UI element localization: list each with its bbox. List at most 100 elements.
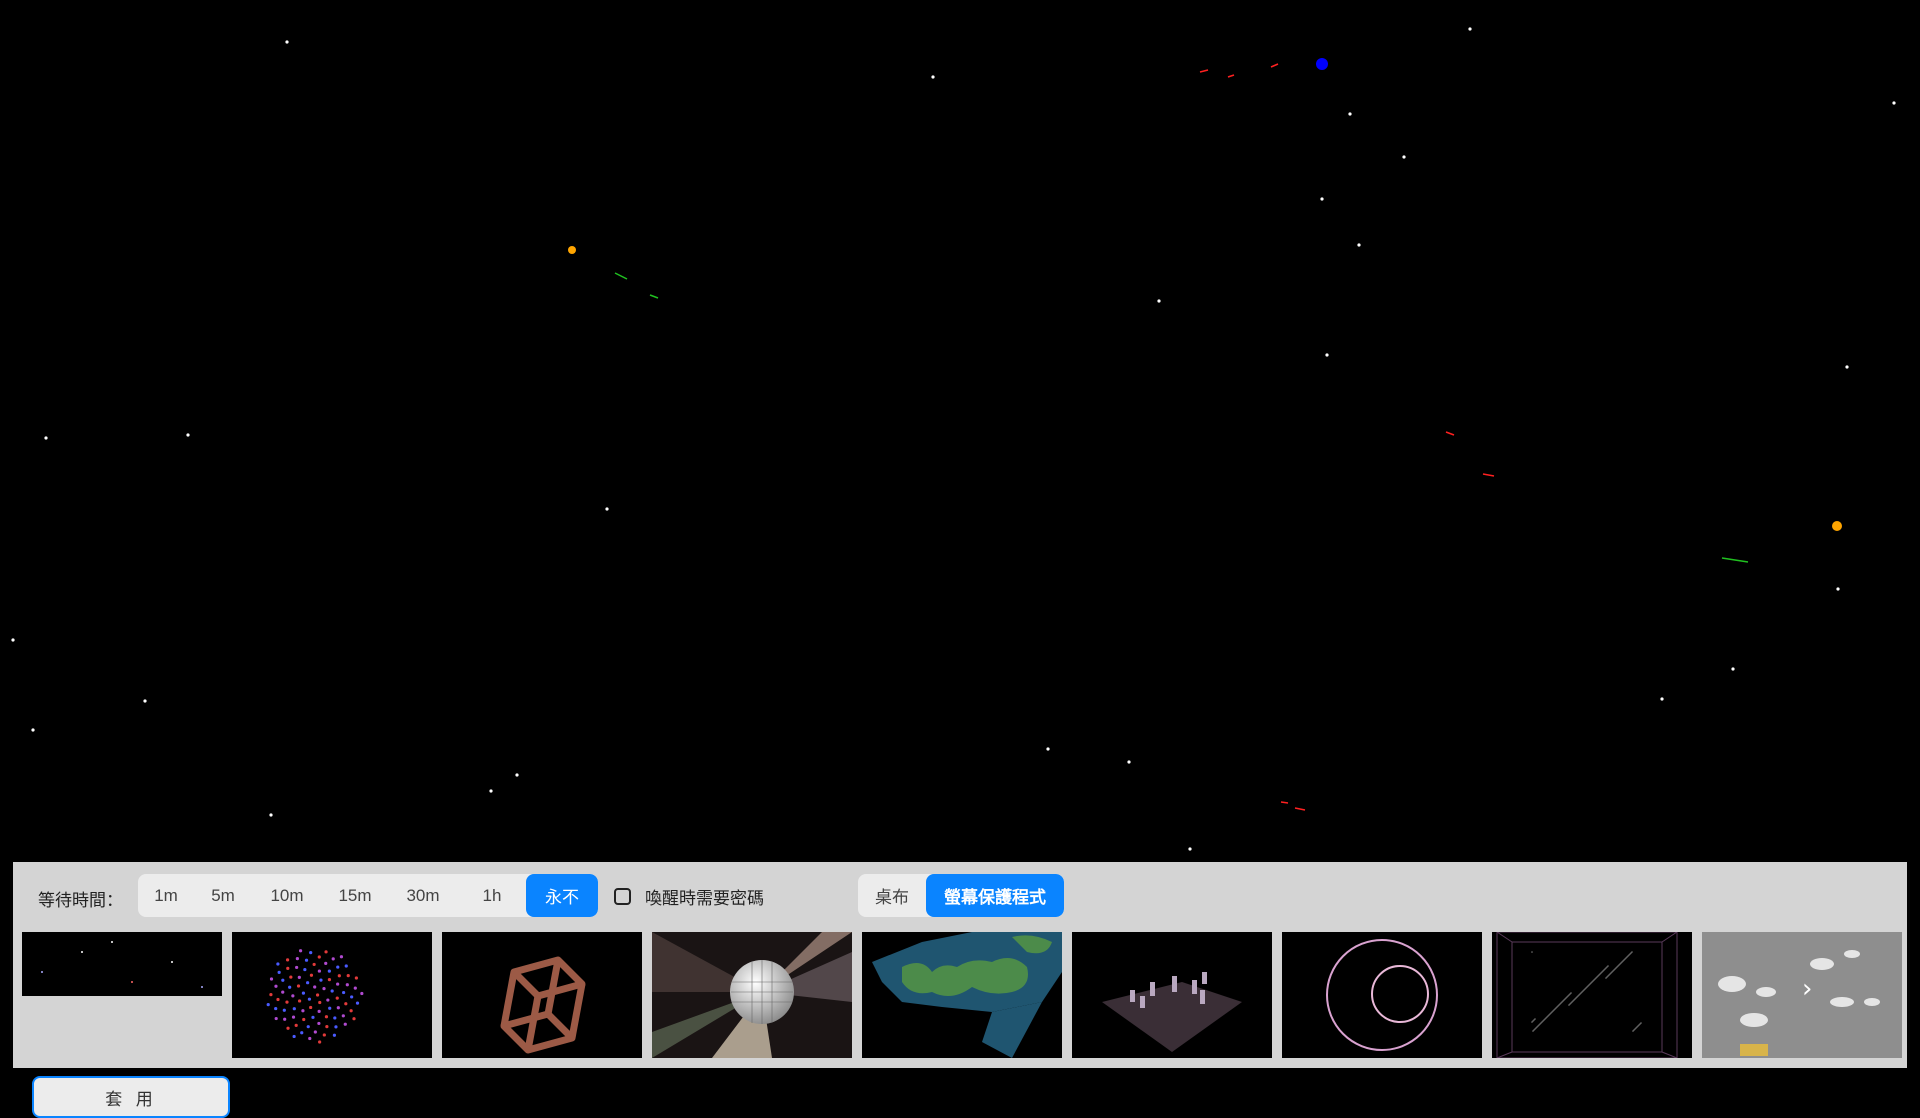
sphere-particle (286, 966, 290, 970)
sphere-particle (315, 993, 320, 997)
thumb-disco-ball[interactable] (652, 932, 852, 1058)
star (1468, 27, 1472, 31)
star (489, 789, 493, 793)
star (1320, 197, 1324, 201)
sphere-particle (355, 1001, 360, 1005)
settings-panel: 等待時間： 1m 5m 10m 15m 30m 1h 永不 喚醒時需要密碼 桌布… (13, 862, 1907, 1118)
tab-wallpaper[interactable]: 桌布 (858, 874, 926, 917)
star (1836, 587, 1840, 591)
next-arrow-icon[interactable]: › (1802, 976, 1812, 1002)
sphere-particle (322, 1033, 326, 1037)
sphere-particle (269, 992, 273, 997)
colored-star (568, 246, 576, 254)
world-map-thumb-image (872, 932, 1062, 1058)
spiral-rings-thumb-image (1326, 939, 1438, 1051)
sphere-particle (333, 1016, 337, 1020)
sphere-particle (309, 1005, 313, 1010)
thumb-flying-objects[interactable]: › (1702, 932, 1902, 1058)
settings-toolbar: 等待時間： 1m 5m 10m 15m 30m 1h 永不 喚醒時需要密碼 桌布… (13, 862, 1907, 930)
tab-screensaver[interactable]: 螢幕保護程式 (926, 874, 1064, 917)
sphere-particle (319, 978, 323, 982)
sphere-particle (307, 997, 312, 1001)
sphere-particle (324, 1015, 329, 1019)
sphere-particle (301, 1009, 305, 1013)
sphere-particle (341, 1014, 345, 1018)
sphere-particle (354, 976, 358, 980)
wait-option-5m[interactable]: 5m (194, 874, 252, 917)
sphere-particle (344, 1002, 348, 1006)
particle-sphere-thumb-image (266, 949, 364, 1044)
sphere-particle (283, 1017, 287, 1021)
sphere-particle (266, 1003, 270, 1007)
wait-time-selector: 1m 5m 10m 15m 30m 1h 永不 (138, 874, 598, 917)
thumb-particle-sphere[interactable] (232, 932, 432, 1058)
sphere-particle (269, 977, 274, 981)
sphere-particle (317, 955, 321, 959)
sphere-particle (289, 975, 293, 979)
star (1046, 747, 1050, 751)
sphere-particle (274, 984, 278, 988)
wait-option-10m[interactable]: 10m (252, 874, 322, 917)
star (285, 40, 289, 44)
require-password-option[interactable]: 喚醒時需要密碼 (614, 884, 764, 909)
sphere-particle (291, 994, 295, 998)
wait-option-1m[interactable]: 1m (138, 874, 194, 917)
thumb-starfield[interactable] (22, 932, 222, 996)
star (931, 75, 935, 79)
wait-option-never[interactable]: 永不 (526, 874, 598, 917)
star (1127, 760, 1131, 764)
thumb-particle-box[interactable] (1492, 932, 1692, 1058)
star-streak (1721, 557, 1749, 563)
box-particle (1570, 992, 1572, 994)
sphere-particle (318, 1000, 322, 1005)
sphere-particle (330, 989, 334, 993)
sphere-particle (336, 1006, 340, 1010)
star-streak (614, 272, 628, 280)
apply-button[interactable]: 套 用 (32, 1076, 230, 1118)
sphere-particle (326, 998, 330, 1002)
sphere-particle (285, 1000, 289, 1004)
sphere-particle (317, 1009, 321, 1013)
sphere-particle (292, 1034, 296, 1039)
sphere-particle (327, 978, 332, 982)
require-password-label: 喚醒時需要密碼 (645, 889, 764, 909)
sphere-particle (309, 951, 313, 955)
colored-star (1316, 58, 1328, 70)
star (1157, 299, 1161, 303)
thumb-world-map[interactable] (862, 932, 1062, 1058)
sphere-particle (286, 1026, 290, 1030)
sphere-particle (291, 1015, 296, 1019)
star (515, 773, 519, 777)
sphere-particle (276, 997, 280, 1002)
sphere-particle (344, 964, 348, 968)
sphere-particle (334, 1025, 338, 1029)
wait-option-1h[interactable]: 1h (458, 874, 526, 917)
wait-option-30m[interactable]: 30m (388, 874, 458, 917)
star-streak (1294, 807, 1306, 811)
star-streak (1482, 473, 1495, 477)
chess-board-thumb-image (1102, 972, 1242, 1052)
require-password-checkbox[interactable] (614, 888, 631, 905)
thumb-wireframe-cube[interactable] (442, 932, 642, 1058)
sphere-particle (292, 1007, 296, 1011)
box-particle (1631, 951, 1633, 953)
sphere-particle (294, 1023, 298, 1028)
thumb-spiral-rings[interactable] (1282, 932, 1482, 1058)
thumb-chess-board[interactable] (1072, 932, 1272, 1058)
sphere-particle (306, 1025, 310, 1029)
sphere-particle (337, 974, 341, 978)
sphere-particle (304, 958, 309, 962)
sphere-particle (306, 981, 310, 985)
wait-option-15m[interactable]: 15m (322, 874, 388, 917)
sphere-particle (328, 1006, 332, 1010)
sphere-particle (327, 969, 331, 973)
sphere-particle (298, 949, 303, 953)
starfield-thumb-image (41, 941, 203, 988)
star (143, 699, 147, 703)
star (605, 507, 609, 511)
star (269, 813, 273, 817)
sphere-particle (332, 1033, 337, 1037)
sphere-particle (352, 1017, 356, 1021)
sphere-particle (349, 1009, 353, 1013)
sphere-particle (300, 1031, 304, 1035)
